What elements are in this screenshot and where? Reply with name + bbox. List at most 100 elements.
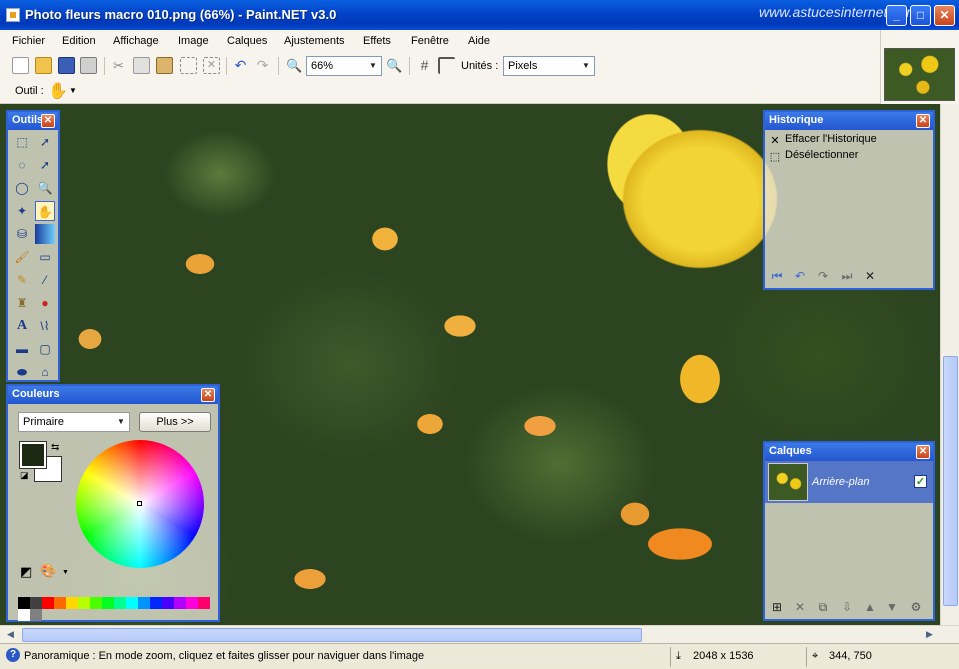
more-button[interactable]: Plus >> [139,412,211,432]
line-curve-icon[interactable]: \⌇ [35,316,55,336]
paint-bucket-icon[interactable]: ⛁ [12,224,32,244]
zoom-combo[interactable]: 66% ▼ [306,56,382,76]
palette-swatch[interactable] [102,597,114,609]
close-button[interactable]: ✕ [934,5,955,26]
palette-swatch[interactable] [42,597,54,609]
rectangle-icon[interactable]: ▬ [12,339,32,359]
merge-layer-icon[interactable]: ⇩ [838,598,856,616]
palette-swatch[interactable] [174,597,186,609]
palette-swatch[interactable] [150,597,162,609]
vertical-scrollbar[interactable] [940,104,959,625]
ellipse-icon[interactable]: ⬬ [12,362,32,382]
reset-colors-icon[interactable]: ◪ [20,470,29,481]
menu-affichage[interactable]: Affichage [113,35,159,47]
move-layer-up-icon[interactable]: ▲ [861,598,879,616]
swap-colors-icon[interactable]: ⇆ [51,442,59,453]
redo-icon[interactable]: ↷ [254,57,271,74]
history-item[interactable]: ✕ Effacer l'Historique [769,133,876,147]
layer-visibility-checkbox[interactable]: ✓ [914,475,927,488]
scroll-left-icon[interactable]: ◀ [3,627,18,642]
menu-ajustements[interactable]: Ajustements [284,35,345,47]
rulers-icon[interactable] [438,57,455,74]
recolor-icon[interactable]: ● [35,293,55,313]
deselect-icon[interactable]: ✕ [203,57,220,74]
paintbrush-icon[interactable]: 🖌 [12,247,32,267]
move-layer-down-icon[interactable]: ▼ [883,598,901,616]
duplicate-layer-icon[interactable]: ⧉ [814,598,832,616]
move-selection-icon[interactable]: ➚ [35,132,55,152]
magic-wand-icon[interactable]: ✦ [12,201,32,221]
delete-layer-icon[interactable]: ✕ [791,598,809,616]
image-thumbnail[interactable] [884,48,955,101]
vertical-scroll-thumb[interactable] [943,356,958,606]
clear-history-icon[interactable]: ✕ [861,267,879,285]
palette-swatch[interactable] [126,597,138,609]
minimize-button[interactable]: _ [886,5,907,26]
undo-icon[interactable]: ↶ [232,57,249,74]
palette-swatch[interactable] [18,609,30,621]
rounded-rectangle-icon[interactable]: ▢ [35,339,55,359]
color-picker-icon[interactable]: ⁄ [35,270,55,290]
palette-swatch[interactable] [90,597,102,609]
menu-calques[interactable]: Calques [227,35,267,47]
menu-fichier[interactable]: Fichier [12,35,45,47]
freeform-shape-icon[interactable]: ⌂ [35,362,55,382]
paint-net-icon[interactable] [6,8,20,22]
palette-swatch[interactable] [18,597,30,609]
crop-icon[interactable] [180,57,197,74]
gradient-icon[interactable] [35,224,55,244]
zoom-out-icon[interactable]: 🔍 [286,57,303,74]
scroll-right-icon[interactable]: ▶ [922,627,937,642]
pan-hand-icon[interactable]: ✋ [48,81,68,101]
ellipse-select-icon[interactable]: ◯ [12,178,32,198]
palette-swatch[interactable] [30,597,42,609]
units-combo[interactable]: Pixels ▼ [503,56,595,76]
move-selected-icon[interactable]: ➚ [35,155,55,175]
palette-swatch[interactable] [54,597,66,609]
text-icon[interactable]: A [12,316,32,336]
close-icon[interactable]: ✕ [41,114,55,128]
print-icon[interactable] [80,57,97,74]
zoom-in-icon[interactable]: 🔍 [386,57,403,74]
history-item[interactable]: ⬚ Désélectionner [769,149,859,163]
close-icon[interactable]: ✕ [201,388,215,402]
save-icon[interactable] [58,57,75,74]
palette-swatch[interactable] [186,597,198,609]
palette-swatch[interactable] [114,597,126,609]
copy-icon[interactable] [133,57,150,74]
rectangle-select-icon[interactable]: ⬚ [12,132,32,152]
palette-swatch[interactable] [138,597,150,609]
color-wheel[interactable] [76,440,204,568]
palette-swatch[interactable] [198,597,210,609]
horizontal-scrollbar[interactable]: ◀ ▶ [0,625,959,643]
close-icon[interactable]: ✕ [916,114,930,128]
maximize-button[interactable]: □ [910,5,931,26]
menu-fenetre[interactable]: Fenêtre [411,35,449,47]
clone-stamp-icon[interactable]: ♜ [12,293,32,313]
redo-icon[interactable]: ↷ [814,267,832,285]
eraser-icon[interactable]: ▭ [35,247,55,267]
palette-swatch[interactable] [162,597,174,609]
palette-swatch[interactable] [30,609,42,621]
open-icon[interactable] [35,57,52,74]
menu-edition[interactable]: Edition [62,35,96,47]
palette-add-icon[interactable]: 🎨 [40,563,56,579]
layer-row[interactable]: Arrière-plan ✓ [765,461,933,503]
pencil-icon[interactable]: ✎ [12,270,32,290]
primary-color[interactable] [19,441,47,469]
paste-icon[interactable] [156,57,173,74]
cut-icon[interactable]: ✂ [110,57,127,74]
palette-swatch[interactable] [66,597,78,609]
add-layer-icon[interactable]: ⊞ [768,598,786,616]
layer-properties-icon[interactable]: ⚙ [907,598,925,616]
zoom-icon[interactable]: 🔍 [35,178,55,198]
history-first-icon[interactable]: ⏮ [768,267,786,285]
undo-icon[interactable]: ↶ [791,267,809,285]
menu-aide[interactable]: Aide [468,35,490,47]
chevron-down-icon[interactable]: ▼ [62,569,69,576]
color-mode-select[interactable]: Primaire ▼ [18,412,130,432]
palette-menu-icon[interactable]: ◩ [20,564,32,580]
pan-icon[interactable]: ✋ [35,201,55,221]
palette-swatch[interactable] [78,597,90,609]
history-last-icon[interactable]: ⏭ [838,267,856,285]
